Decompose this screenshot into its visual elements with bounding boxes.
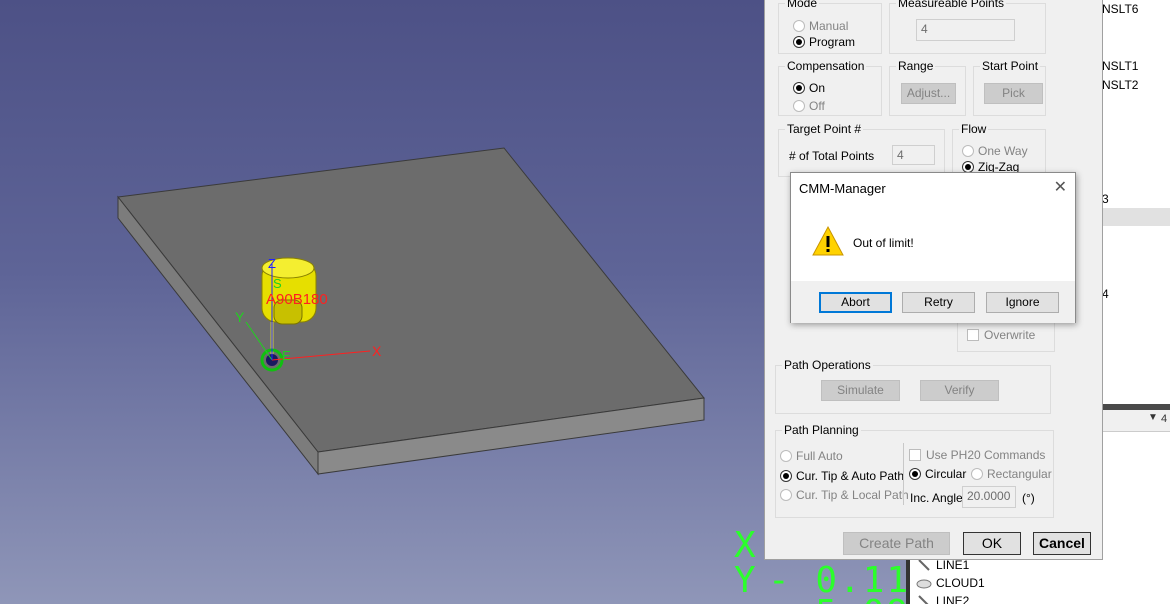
dro-y-label: Y	[734, 560, 758, 601]
compensation-group: Compensation On Off	[778, 59, 882, 116]
message-box-footer: Abort Retry Ignore	[791, 281, 1075, 323]
radio-icon	[962, 145, 974, 157]
tree-item-partial[interactable]: 4	[1102, 287, 1109, 301]
path-planning-group: Path Planning Full Auto Cur. Tip & Auto …	[775, 423, 1054, 518]
axis-z-label: Z	[268, 256, 276, 271]
dro-x-label: X	[734, 525, 758, 566]
tree-item-line2[interactable]: LINE2	[936, 594, 969, 604]
path-operations-title: Path Operations	[782, 358, 873, 372]
message-text: Out of limit!	[853, 236, 914, 250]
path-planning-divider	[903, 443, 904, 505]
probe-marker-s: S	[273, 276, 282, 291]
flow-group: Flow One Way Zig-Zag	[952, 122, 1046, 177]
tree-item[interactable]: NSLT2	[1102, 78, 1138, 92]
tree-item-line1[interactable]: LINE1	[936, 558, 969, 572]
abort-button[interactable]: Abort	[819, 292, 892, 313]
measureable-points-title: Measureable Points	[896, 0, 1007, 10]
cur-tip-auto-path-radio[interactable]: Cur. Tip & Auto Path	[780, 469, 904, 483]
compensation-off-radio[interactable]: Off	[793, 99, 825, 113]
full-auto-radio[interactable]: Full Auto	[780, 449, 843, 463]
warning-icon	[812, 225, 844, 256]
tree-item[interactable]: NSLT6	[1102, 2, 1138, 16]
simulate-button[interactable]: Simulate	[821, 380, 900, 401]
radio-checked-icon	[780, 470, 792, 482]
adjust-button[interactable]: Adjust...	[901, 83, 956, 104]
target-point-title: Target Point #	[785, 122, 864, 136]
start-point-group: Start Point Pick	[973, 59, 1046, 116]
cur-tip-local-path-radio[interactable]: Cur. Tip & Local Path	[780, 488, 909, 502]
flow-one-way-radio[interactable]: One Way	[962, 144, 1028, 158]
radio-icon	[780, 450, 792, 462]
start-point-title: Start Point	[980, 59, 1041, 73]
radio-icon	[971, 468, 983, 480]
line-icon	[918, 559, 930, 571]
ignore-button[interactable]: Ignore	[986, 292, 1059, 313]
total-points-label: # of Total Points	[789, 149, 875, 163]
message-box: CMM-Manager ✕ Out of limit! Abort Retry …	[790, 172, 1076, 323]
tree-item[interactable]: NSLT1	[1102, 59, 1138, 73]
radio-checked-icon	[909, 468, 921, 480]
compensation-on-radio[interactable]: On	[793, 81, 825, 95]
probe-marker-e: E	[282, 348, 291, 363]
tree-selected-row[interactable]	[1100, 208, 1170, 226]
range-group: Range Adjust...	[889, 59, 966, 116]
probe-label: A90B180	[266, 291, 328, 308]
flow-title: Flow	[959, 122, 989, 136]
path-operations-group: Path Operations Simulate Verify	[775, 358, 1051, 414]
create-path-button[interactable]: Create Path	[843, 532, 950, 555]
measureable-points-field: 4	[916, 19, 1015, 41]
axis-x-label: X	[372, 343, 382, 359]
mode-group: Mode Manual Program	[778, 0, 882, 54]
radio-icon	[793, 20, 805, 32]
checkbox-icon	[909, 449, 921, 461]
radio-checked-icon	[793, 82, 805, 94]
circular-radio[interactable]: Circular	[909, 467, 966, 481]
plate-top	[117, 147, 705, 453]
line-icon	[918, 595, 929, 604]
total-points-field: 4	[892, 145, 935, 165]
range-title: Range	[896, 59, 936, 73]
mode-program-radio[interactable]: Program	[793, 35, 855, 49]
pick-button[interactable]: Pick	[984, 83, 1043, 104]
mode-manual-radio[interactable]: Manual	[793, 19, 848, 33]
retry-button[interactable]: Retry	[902, 292, 975, 313]
cloud-icon	[916, 579, 932, 589]
radio-checked-icon	[793, 36, 805, 48]
toolbar-partial-label: 4	[1161, 413, 1168, 425]
feature-tree-panel: NSLT6 NSLT1 NSLT2 3 4 ▼ 4	[1100, 0, 1170, 604]
path-planning-title: Path Planning	[782, 423, 861, 437]
radio-icon	[780, 489, 792, 501]
verify-button[interactable]: Verify	[920, 380, 999, 401]
measureable-points-group: Measureable Points 4	[889, 0, 1046, 54]
bottom-tree-panel: LINE1 CLOUD1 LINE2	[906, 556, 1100, 604]
tree-toolbar: ▼ 4	[1100, 410, 1170, 432]
ok-button[interactable]: OK	[963, 532, 1021, 555]
cancel-button[interactable]: Cancel	[1033, 532, 1091, 555]
target-point-group: Target Point # # of Total Points 4	[778, 122, 945, 177]
tree-item-cloud1[interactable]: CLOUD1	[936, 576, 985, 590]
inc-angle-label: Inc. Angle	[910, 491, 963, 505]
message-box-title: CMM-Manager	[799, 181, 886, 196]
use-ph20-checkbox[interactable]: Use PH20 Commands	[909, 448, 1045, 462]
checkbox-icon	[967, 329, 979, 341]
radio-icon	[793, 100, 805, 112]
tree-item-partial[interactable]: 3	[1102, 192, 1109, 206]
inc-angle-field: 20.0000	[962, 486, 1016, 508]
rectangular-radio[interactable]: Rectangular	[971, 467, 1052, 481]
compensation-title: Compensation	[785, 59, 867, 73]
overwrite-checkbox[interactable]: Overwrite	[967, 328, 1035, 342]
inc-angle-unit: (°)	[1022, 491, 1035, 505]
close-icon[interactable]: ✕	[1054, 177, 1067, 197]
dropdown-arrow-icon[interactable]: ▼	[1148, 412, 1158, 423]
axis-y-label: Y	[235, 309, 245, 325]
mode-title: Mode	[785, 0, 820, 10]
